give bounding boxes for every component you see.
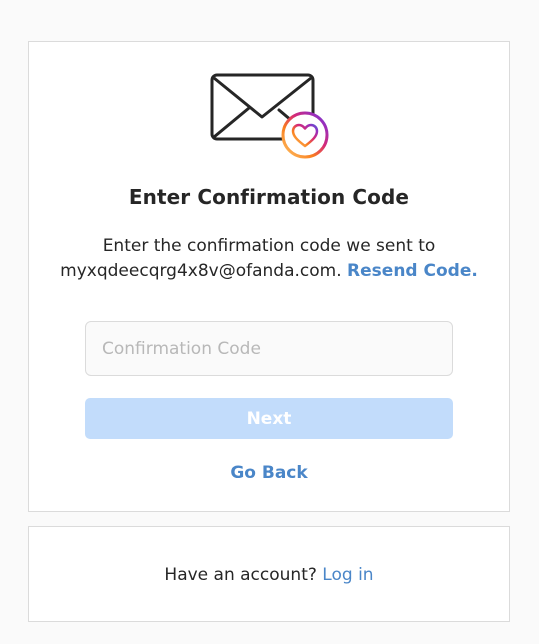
email-address: myxqdeecqrg4x8v@ofanda.com. [60, 261, 342, 281]
go-back-link[interactable]: Go Back [29, 463, 509, 483]
heart-badge-icon [281, 111, 329, 159]
login-prompt: Have an account? Log in [29, 565, 509, 585]
envelope-heart-illustration [209, 72, 333, 164]
instructions-text: Enter the confirmation code we sent to m… [29, 234, 509, 284]
page-title: Enter Confirmation Code [128, 185, 410, 209]
login-prompt-card: Have an account? Log in [28, 526, 510, 622]
confirmation-card: Enter Confirmation Code Enter the confir… [28, 41, 510, 512]
resend-code-link[interactable]: Resend Code. [347, 261, 478, 281]
page: Enter Confirmation Code Enter the confir… [0, 0, 539, 644]
log-in-link[interactable]: Log in [322, 565, 373, 585]
login-prompt-text: Have an account? [164, 565, 317, 585]
instructions-line-2: myxqdeecqrg4x8v@ofanda.com. Resend Code. [29, 259, 509, 284]
envelope-icon [210, 73, 329, 159]
instructions-line-1: Enter the confirmation code we sent to [102, 236, 436, 256]
confirmation-code-input[interactable] [85, 321, 453, 376]
next-button[interactable]: Next [85, 398, 453, 439]
